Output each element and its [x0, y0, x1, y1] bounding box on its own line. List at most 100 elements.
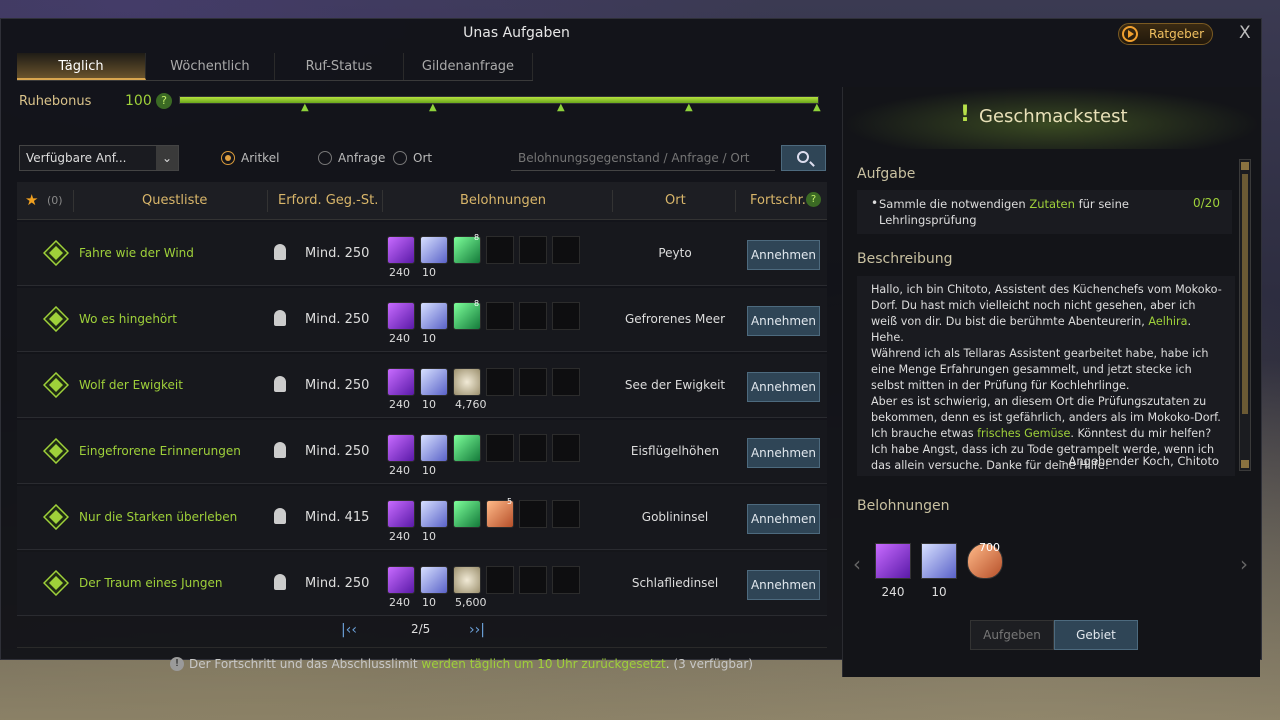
- help-icon[interactable]: ?: [156, 93, 172, 109]
- favorites-count: (0): [47, 194, 63, 207]
- quest-name[interactable]: Eingefrorene Erinnerungen: [79, 444, 241, 458]
- empty-reward-slot: [519, 236, 547, 264]
- abandon-button[interactable]: Aufgeben: [970, 620, 1054, 650]
- daily-quest-icon: [43, 438, 69, 464]
- accept-button[interactable]: Annehmen: [747, 372, 820, 402]
- description-section-title: Beschreibung: [857, 251, 953, 267]
- bar-tick-icon: ▲: [301, 102, 309, 113]
- table-row[interactable]: Eingefrorene Erinnerungen Mind. 250 240 1…: [17, 420, 827, 484]
- desc-part: . Könntest du mir helfen?: [1070, 427, 1212, 440]
- description-scrollbar[interactable]: [1239, 159, 1251, 471]
- radio-selected-icon: [221, 151, 235, 165]
- desc-part: Während ich als Tellaras Assistent gearb…: [871, 347, 1209, 392]
- header-progress: Fortschr.: [750, 193, 806, 208]
- empty-reward-slot: [552, 236, 580, 264]
- tab-weekly[interactable]: Wöchentlich: [146, 53, 275, 80]
- tab-daily[interactable]: Täglich: [17, 53, 146, 80]
- empty-reward-slot: [486, 368, 514, 396]
- table-row[interactable]: Wo es hingehört Mind. 250 240 10 8 Gefrore…: [17, 288, 827, 352]
- bar-tick-icon: ▲: [429, 102, 437, 113]
- search-field: [511, 145, 775, 171]
- desc-name: Aelhira: [1148, 315, 1188, 328]
- blue-crystal-icon: [420, 236, 448, 264]
- header-location: Ort: [665, 193, 686, 208]
- rewards-section-title: Belohnungen: [857, 498, 950, 514]
- first-page-icon[interactable]: |‹‹: [341, 622, 357, 638]
- search-button[interactable]: [781, 145, 826, 171]
- task-text-before: Sammle die notwendigen: [879, 197, 1030, 211]
- table-row[interactable]: Fahre wie der Wind Mind. 250 240 10 8 Peyt…: [17, 222, 827, 286]
- quest-name[interactable]: Wo es hingehört: [79, 312, 177, 326]
- accept-button[interactable]: Annehmen: [747, 306, 820, 336]
- header-level: Erford. Geg.-St.: [278, 193, 379, 208]
- exclamation-icon: !: [960, 102, 971, 127]
- scroll-down-icon[interactable]: [1241, 460, 1249, 468]
- empty-reward-slot: [519, 434, 547, 462]
- reward-count: 240: [881, 585, 905, 599]
- footer-text-before: Der Fortschritt und das Abschlusslimit: [189, 657, 422, 671]
- footer-text-after: . (3 verfügbar): [665, 657, 753, 671]
- silver-coin-icon: [453, 566, 481, 594]
- request-filter-dropdown[interactable]: Verfügbare Anf... ⌄: [19, 145, 179, 171]
- chevron-right-icon[interactable]: ›: [1240, 552, 1248, 576]
- table-row[interactable]: Nur die Starken überleben Mind. 415 240 1…: [17, 486, 827, 550]
- table-header: ★ (0) Questliste Erford. Geg.-St. Belohn…: [17, 182, 827, 220]
- rest-bonus-bar: [179, 96, 819, 104]
- blue-crystal-icon: [420, 302, 448, 330]
- reward-count: 5,600: [455, 596, 487, 609]
- quest-name[interactable]: Wolf der Ewigkeit: [79, 378, 183, 392]
- help-icon[interactable]: ?: [806, 192, 821, 207]
- area-button[interactable]: Gebiet: [1054, 620, 1138, 650]
- radio-request[interactable]: Anfrage: [318, 151, 385, 165]
- column-divider: [267, 190, 268, 212]
- scroll-up-icon[interactable]: [1241, 162, 1249, 170]
- rest-bonus: Ruhebonus 100 ? ▲ ▲ ▲ ▲ ▲: [19, 92, 829, 113]
- last-page-icon[interactable]: ››|: [469, 622, 485, 638]
- empty-reward-slot: [486, 566, 514, 594]
- radio-item-label: Aritkel: [241, 151, 280, 165]
- accept-button[interactable]: Annehmen: [747, 570, 820, 600]
- footer-note: ! Der Fortschritt und das Abschlusslimit…: [17, 647, 827, 677]
- accept-button[interactable]: Annehmen: [747, 438, 820, 468]
- tab-guild-request[interactable]: Gildenanfrage: [404, 53, 533, 80]
- rest-bonus-fill: [180, 97, 818, 103]
- desc-highlight: frisches Gemüse: [977, 427, 1071, 440]
- table-row[interactable]: Wolf der Ewigkeit Mind. 250 240 10 4,760 S…: [17, 354, 827, 418]
- close-button[interactable]: X: [1239, 23, 1251, 43]
- chevron-left-icon[interactable]: ‹: [853, 552, 861, 576]
- accept-button[interactable]: Annehmen: [747, 504, 820, 534]
- green-stone-icon: [453, 500, 481, 528]
- empty-reward-slot: [552, 302, 580, 330]
- reward-count: 10: [422, 332, 436, 345]
- column-divider: [382, 190, 383, 212]
- header-rewards: Belohnungen: [460, 193, 546, 208]
- tab-reputation[interactable]: Ruf-Status: [275, 53, 404, 80]
- quest-name[interactable]: Nur die Starken überleben: [79, 510, 237, 524]
- radio-location[interactable]: Ort: [393, 151, 432, 165]
- empty-reward-slot: [486, 302, 514, 330]
- task-progress: 0/20: [1193, 196, 1220, 210]
- daily-quest-icon: [43, 570, 69, 596]
- radio-icon: [393, 151, 407, 165]
- quest-name[interactable]: Der Traum eines Jungen: [79, 576, 222, 590]
- bullet-icon: •: [871, 196, 879, 210]
- search-input[interactable]: [511, 145, 775, 171]
- purple-gem-icon: [387, 566, 415, 594]
- accept-button[interactable]: Annehmen: [747, 240, 820, 270]
- scroll-thumb[interactable]: [1242, 174, 1248, 414]
- info-icon: !: [170, 657, 184, 671]
- required-level: Mind. 415: [305, 510, 370, 525]
- tab-bar: Täglich Wöchentlich Ruf-Status Gildenanf…: [17, 53, 533, 81]
- empty-reward-slot: [519, 368, 547, 396]
- radio-item[interactable]: Aritkel: [221, 151, 279, 165]
- quest-location: See der Ewigkeit: [624, 378, 726, 392]
- column-divider: [73, 190, 74, 212]
- reward-count: 10: [422, 530, 436, 543]
- advisor-button[interactable]: Ratgeber: [1118, 23, 1213, 45]
- quest-name[interactable]: Fahre wie der Wind: [79, 246, 194, 260]
- blue-crystal-icon: [420, 566, 448, 594]
- star-icon[interactable]: ★: [25, 191, 38, 209]
- table-row[interactable]: Der Traum eines Jungen Mind. 250 240 10 5,…: [17, 552, 827, 616]
- purple-gem-icon: [387, 434, 415, 462]
- quest-location: Gefrorenes Meer: [624, 312, 726, 326]
